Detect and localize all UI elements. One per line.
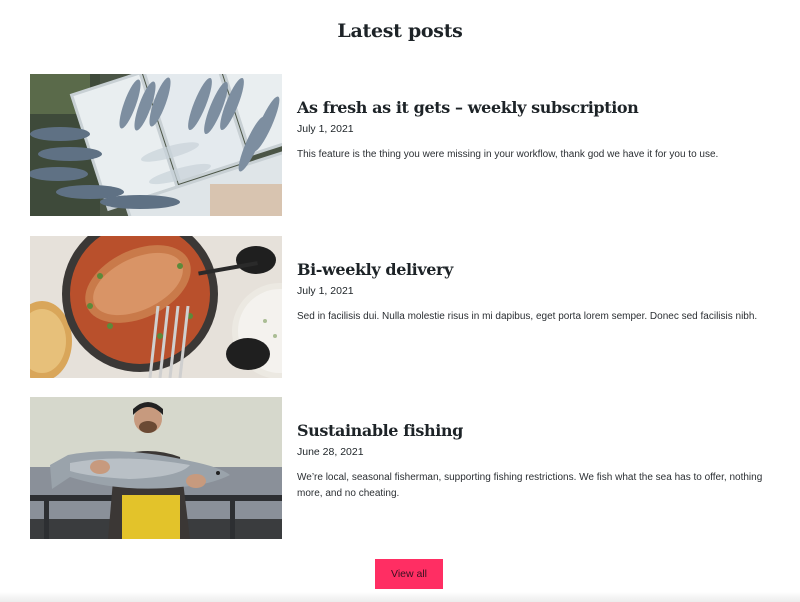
- section-title: Latest posts: [337, 20, 463, 42]
- post-title-link[interactable]: As fresh as it gets – weekly subscriptio…: [297, 98, 790, 118]
- post-card: As fresh as it gets – weekly subscriptio…: [30, 74, 790, 216]
- post-excerpt: Sed in facilisis dui. Nulla molestie ris…: [297, 311, 758, 322]
- post-date: July 1, 2021: [297, 285, 354, 297]
- post-content: As fresh as it gets – weekly subscriptio…: [297, 98, 790, 163]
- post-card: Sustainable fishing June 28, 2021 We’re …: [30, 397, 790, 539]
- post-date: July 1, 2021: [297, 123, 354, 135]
- post-title-link[interactable]: Bi-weekly delivery: [297, 260, 790, 280]
- view-all-button[interactable]: View all: [375, 559, 443, 589]
- post-card: Bi-weekly delivery July 1, 2021 Sed in f…: [30, 236, 790, 378]
- post-excerpt: We’re local, seasonal fisherman, support…: [297, 472, 763, 499]
- post-excerpt: This feature is the thing you were missi…: [297, 149, 719, 160]
- post-date: June 28, 2021: [297, 446, 364, 458]
- roasted-fish-image: [30, 236, 282, 378]
- page-bottom-edge: [0, 592, 800, 602]
- post-title-link[interactable]: Sustainable fishing: [297, 421, 790, 441]
- fisherman-salmon-image: [30, 397, 282, 539]
- post-content: Sustainable fishing June 28, 2021 We’re …: [297, 421, 790, 502]
- fish-crates-image: [30, 74, 282, 216]
- post-thumbnail[interactable]: [30, 236, 282, 378]
- post-thumbnail[interactable]: [30, 74, 282, 216]
- post-thumbnail[interactable]: [30, 397, 282, 539]
- post-content: Bi-weekly delivery July 1, 2021 Sed in f…: [297, 260, 790, 325]
